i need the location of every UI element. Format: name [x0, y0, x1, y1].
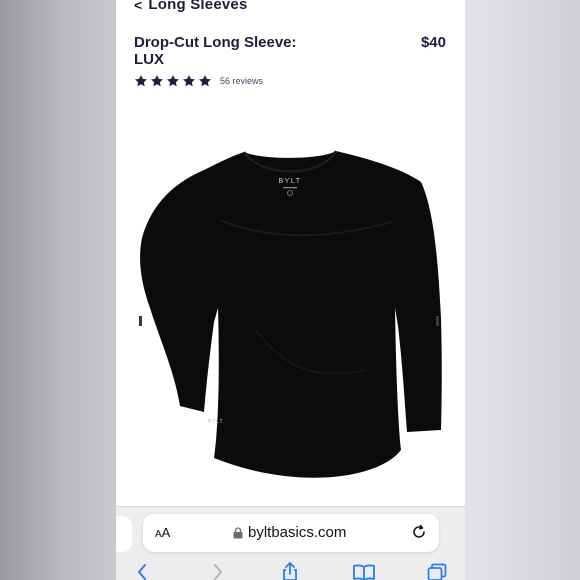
star-icon — [182, 74, 196, 88]
product-price: $40 — [420, 34, 446, 51]
neck-label-brand: BYLT — [279, 178, 302, 185]
product-title: Drop-Cut Long Sleeve: LUX — [134, 34, 297, 68]
back-icon[interactable] — [136, 563, 148, 580]
hem-brand: BYLT — [208, 419, 223, 425]
address-bar[interactable]: AA byltbasics.com — [143, 514, 439, 552]
product-rating[interactable]: 56 reviews — [134, 74, 263, 88]
star-icon — [166, 74, 180, 88]
review-count: 56 reviews — [220, 76, 264, 86]
star-rating — [134, 74, 212, 88]
lock-icon — [233, 526, 243, 539]
product-image[interactable]: BYLT BYLT — [116, 130, 465, 500]
back-link-label: Long Sleeves — [148, 0, 248, 13]
back-to-category-link[interactable]: < Long Sleeves — [134, 0, 248, 13]
previous-tab-preview[interactable] — [116, 516, 132, 552]
star-icon — [150, 74, 164, 88]
chevron-left-icon: < — [134, 0, 143, 13]
reload-icon[interactable] — [411, 524, 427, 540]
browser-chrome: AA byltbasics.com — [116, 506, 465, 580]
star-icon — [198, 74, 212, 88]
url-display[interactable]: byltbasics.com — [233, 524, 346, 541]
forward-icon[interactable] — [212, 563, 224, 580]
url-text: byltbasics.com — [248, 524, 347, 541]
bookmarks-icon[interactable] — [352, 563, 376, 580]
tabs-icon[interactable] — [427, 563, 447, 580]
text-size-button[interactable]: AA — [155, 525, 170, 540]
product-page: < Long Sleeves Drop-Cut Long Sleeve: LUX… — [116, 0, 465, 580]
share-icon[interactable] — [280, 561, 300, 580]
star-icon — [134, 74, 148, 88]
browser-toolbar — [116, 561, 465, 580]
